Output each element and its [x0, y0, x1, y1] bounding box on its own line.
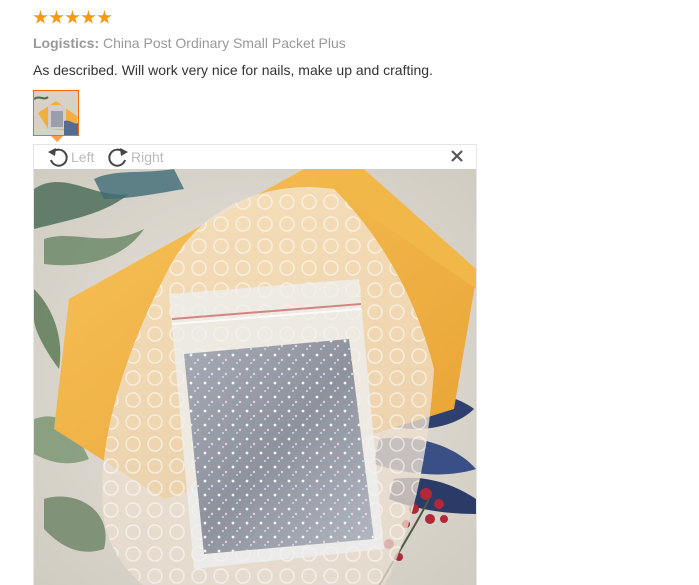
star-icon [49, 10, 64, 24]
star-icon [97, 10, 112, 24]
rating-stars [33, 10, 112, 25]
close-icon [451, 150, 463, 162]
rotate-left-label: Left [71, 149, 95, 165]
star-icon [33, 10, 48, 24]
review-text: As described. Will work very nice for na… [33, 62, 433, 78]
rotate-right-label: Right [131, 149, 164, 165]
rotate-left-button[interactable]: Left [47, 146, 94, 168]
logistics-value: China Post Ordinary Small Packet Plus [103, 35, 346, 51]
close-viewer-button[interactable] [450, 149, 464, 163]
rotate-right-icon [108, 148, 128, 167]
glitter-bag-photo [34, 169, 476, 585]
rotate-left-icon [48, 148, 68, 167]
viewer-toolbar: Left Right [34, 145, 476, 169]
thumbnail-image [34, 91, 78, 135]
selected-thumbnail-indicator [51, 136, 63, 142]
review-photo-thumbnail[interactable] [33, 90, 79, 136]
rotate-right-button[interactable]: Right [107, 146, 164, 168]
review-photo [34, 169, 476, 585]
photo-viewer: Left Right [33, 144, 477, 585]
logistics-label: Logistics: [33, 35, 100, 51]
review-card: Logistics: China Post Ordinary Small Pac… [0, 0, 699, 585]
star-icon [81, 10, 96, 24]
star-icon [65, 10, 80, 24]
logistics-line: Logistics: China Post Ordinary Small Pac… [33, 35, 346, 51]
